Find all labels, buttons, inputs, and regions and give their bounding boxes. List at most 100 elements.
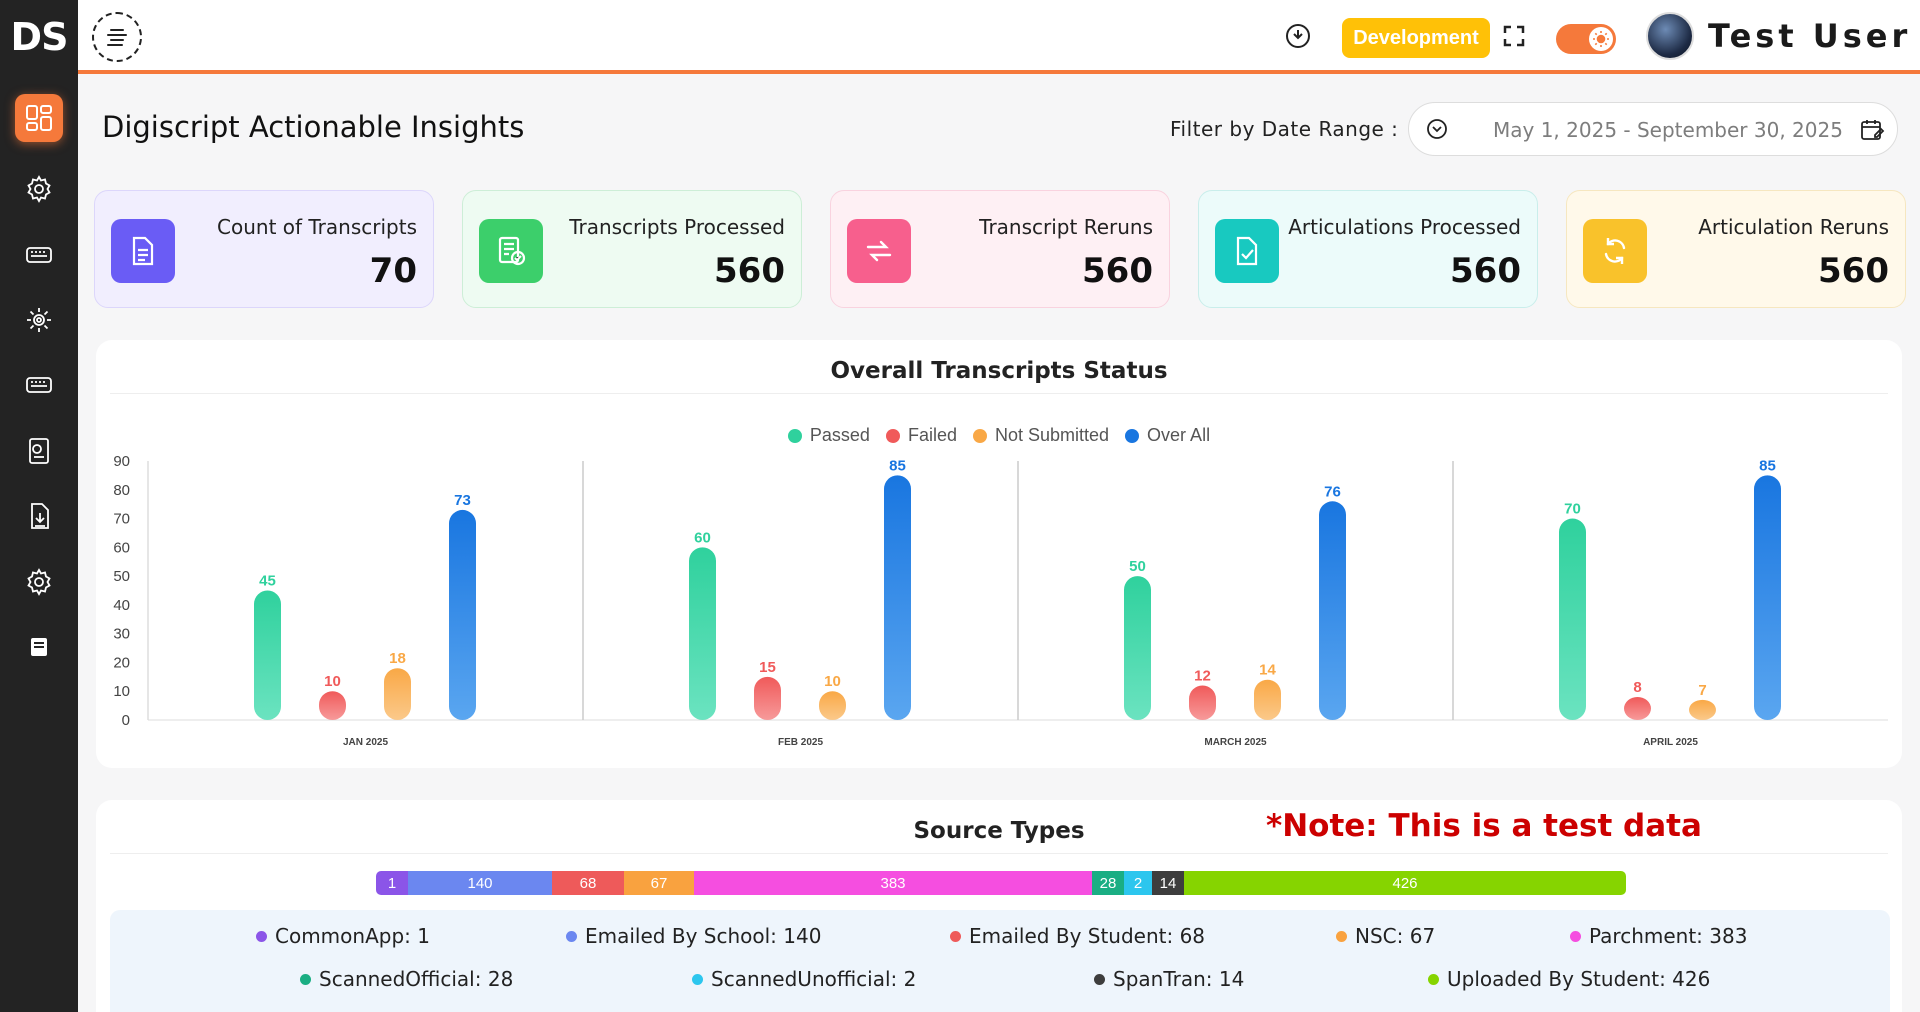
rerun-icon: [847, 219, 911, 283]
bar-not-submitted: [819, 691, 846, 720]
source-legend-item: Emailed By Student: 68: [950, 924, 1205, 948]
source-segment[interactable]: 28: [1092, 871, 1124, 895]
bar-not-submitted: [1254, 679, 1281, 720]
test-data-note: *Note: This is a test data: [1266, 808, 1702, 844]
dashboard-icon: [26, 105, 52, 131]
sidebar-item-docs[interactable]: [14, 622, 64, 672]
chevron-circle-icon[interactable]: [1425, 117, 1449, 146]
bar-value-label: 10: [324, 673, 341, 690]
stat-value: 560: [1818, 251, 1889, 291]
sidebar-item-dashboard[interactable]: [15, 94, 63, 142]
source-legend-label: Uploaded By Student: 426: [1447, 967, 1711, 991]
bar-value-label: 50: [1129, 558, 1146, 575]
stat-card[interactable]: Articulation Reruns 560: [1566, 190, 1906, 308]
bar-passed: [1559, 518, 1586, 720]
bar-passed: [1124, 576, 1151, 720]
sidebar-item-config[interactable]: [14, 295, 64, 345]
bar-failed: [754, 676, 781, 720]
bar-value-label: 76: [1324, 483, 1341, 500]
source-segment[interactable]: 2: [1124, 871, 1152, 895]
legend-dot: [1570, 930, 1581, 942]
source-segment[interactable]: 68: [552, 871, 624, 895]
info-icon: [1286, 24, 1310, 48]
source-types-stacked-bar: 1 140 68 67 383 28 2 14 426: [376, 871, 1626, 895]
source-segment[interactable]: 14: [1152, 871, 1184, 895]
y-tick-label: 90: [113, 453, 130, 470]
source-segment[interactable]: 383: [694, 871, 1092, 895]
document-icon: [111, 219, 175, 283]
sidebar-item-keyboard-2[interactable]: [14, 360, 64, 410]
articulation-icon: [1215, 219, 1279, 283]
bar-failed: [1624, 696, 1651, 720]
cog-icon: [27, 308, 51, 332]
sidebar-item-report[interactable]: [14, 426, 64, 476]
source-legend-item: Emailed By School: 140: [566, 924, 821, 948]
bar-passed: [254, 590, 281, 720]
info-button[interactable]: [1284, 22, 1312, 50]
theme-toggle[interactable]: [1556, 24, 1616, 54]
user-name[interactable]: Test User: [1708, 17, 1911, 55]
stat-card[interactable]: Articulations Processed 560: [1198, 190, 1538, 308]
download-icon: [31, 503, 49, 529]
menu-toggle-button[interactable]: [92, 12, 142, 62]
fullscreen-button[interactable]: [1500, 22, 1528, 50]
book-icon: [31, 638, 47, 656]
fullscreen-icon: [1503, 25, 1525, 47]
page-title: Digiscript Actionable Insights: [102, 110, 525, 144]
legend-dot: [1428, 973, 1439, 985]
source-legend-item: CommonApp: 1: [256, 924, 430, 948]
environment-badge[interactable]: Development: [1342, 18, 1490, 58]
source-legend-label: Parchment: 383: [1589, 924, 1748, 948]
source-legend-label: ScannedUnofficial: 2: [711, 967, 917, 991]
bar-over-all: [1319, 501, 1346, 720]
bar-over-all: [1754, 475, 1781, 720]
bar-value-label: 45: [259, 573, 276, 590]
source-segment[interactable]: 426: [1184, 871, 1626, 895]
date-range-picker[interactable]: May 1, 2025 - September 30, 2025: [1408, 102, 1898, 156]
user-avatar[interactable]: [1646, 12, 1694, 60]
sidebar-item-settings[interactable]: [14, 164, 64, 214]
filter-label: Filter by Date Range :: [1170, 117, 1399, 141]
stat-label: Transcripts Processed: [569, 215, 785, 239]
stat-value: 70: [369, 251, 417, 291]
stat-value: 560: [714, 251, 785, 291]
sidebar-item-system[interactable]: [14, 557, 64, 607]
source-segment[interactable]: 140: [408, 871, 552, 895]
bar-over-all: [449, 509, 476, 720]
x-tick-label: APRIL 2025: [1643, 737, 1698, 748]
stat-card[interactable]: Transcripts Processed 560: [462, 190, 802, 308]
sidebar: DS: [0, 0, 78, 1012]
x-tick-label: FEB 2025: [778, 737, 823, 748]
source-legend-label: ScannedOfficial: 28: [319, 967, 514, 991]
stat-label: Articulation Reruns: [1698, 215, 1889, 239]
source-legend-label: NSC: 67: [1355, 924, 1436, 948]
stat-card[interactable]: Count of Transcripts 70: [94, 190, 434, 308]
y-tick-label: 10: [113, 683, 130, 700]
bar-value-label: 12: [1194, 667, 1211, 684]
calendar-edit-icon[interactable]: [1859, 117, 1885, 148]
x-tick-label: JAN 2025: [343, 737, 388, 748]
stat-card[interactable]: Transcript Reruns 560: [830, 190, 1170, 308]
sidebar-item-download[interactable]: [14, 491, 64, 541]
app-logo[interactable]: DS: [0, 0, 78, 74]
bar-value-label: 10: [824, 673, 841, 690]
source-legend-item: NSC: 67: [1336, 924, 1435, 948]
source-segment[interactable]: 67: [624, 871, 694, 895]
bar-failed: [1189, 685, 1216, 720]
bar-value-label: 14: [1259, 662, 1276, 679]
sun-icon: [1589, 27, 1613, 51]
legend-dot: [950, 930, 961, 942]
bar-not-submitted: [1689, 699, 1716, 720]
legend-dot: [692, 973, 703, 985]
source-legend-item: SpanTran: 14: [1094, 967, 1244, 991]
keyboard-icon-2: [26, 377, 52, 393]
processed-icon: [479, 219, 543, 283]
y-tick-label: 50: [113, 568, 130, 585]
y-tick-label: 0: [122, 712, 130, 729]
source-segment[interactable]: 1: [376, 871, 408, 895]
sidebar-item-keyboard[interactable]: [14, 230, 64, 280]
bar-not-submitted: [384, 668, 411, 720]
bar-value-label: 70: [1564, 501, 1581, 518]
bar-value-label: 15: [759, 659, 776, 676]
date-range-value: May 1, 2025 - September 30, 2025: [1493, 118, 1843, 142]
